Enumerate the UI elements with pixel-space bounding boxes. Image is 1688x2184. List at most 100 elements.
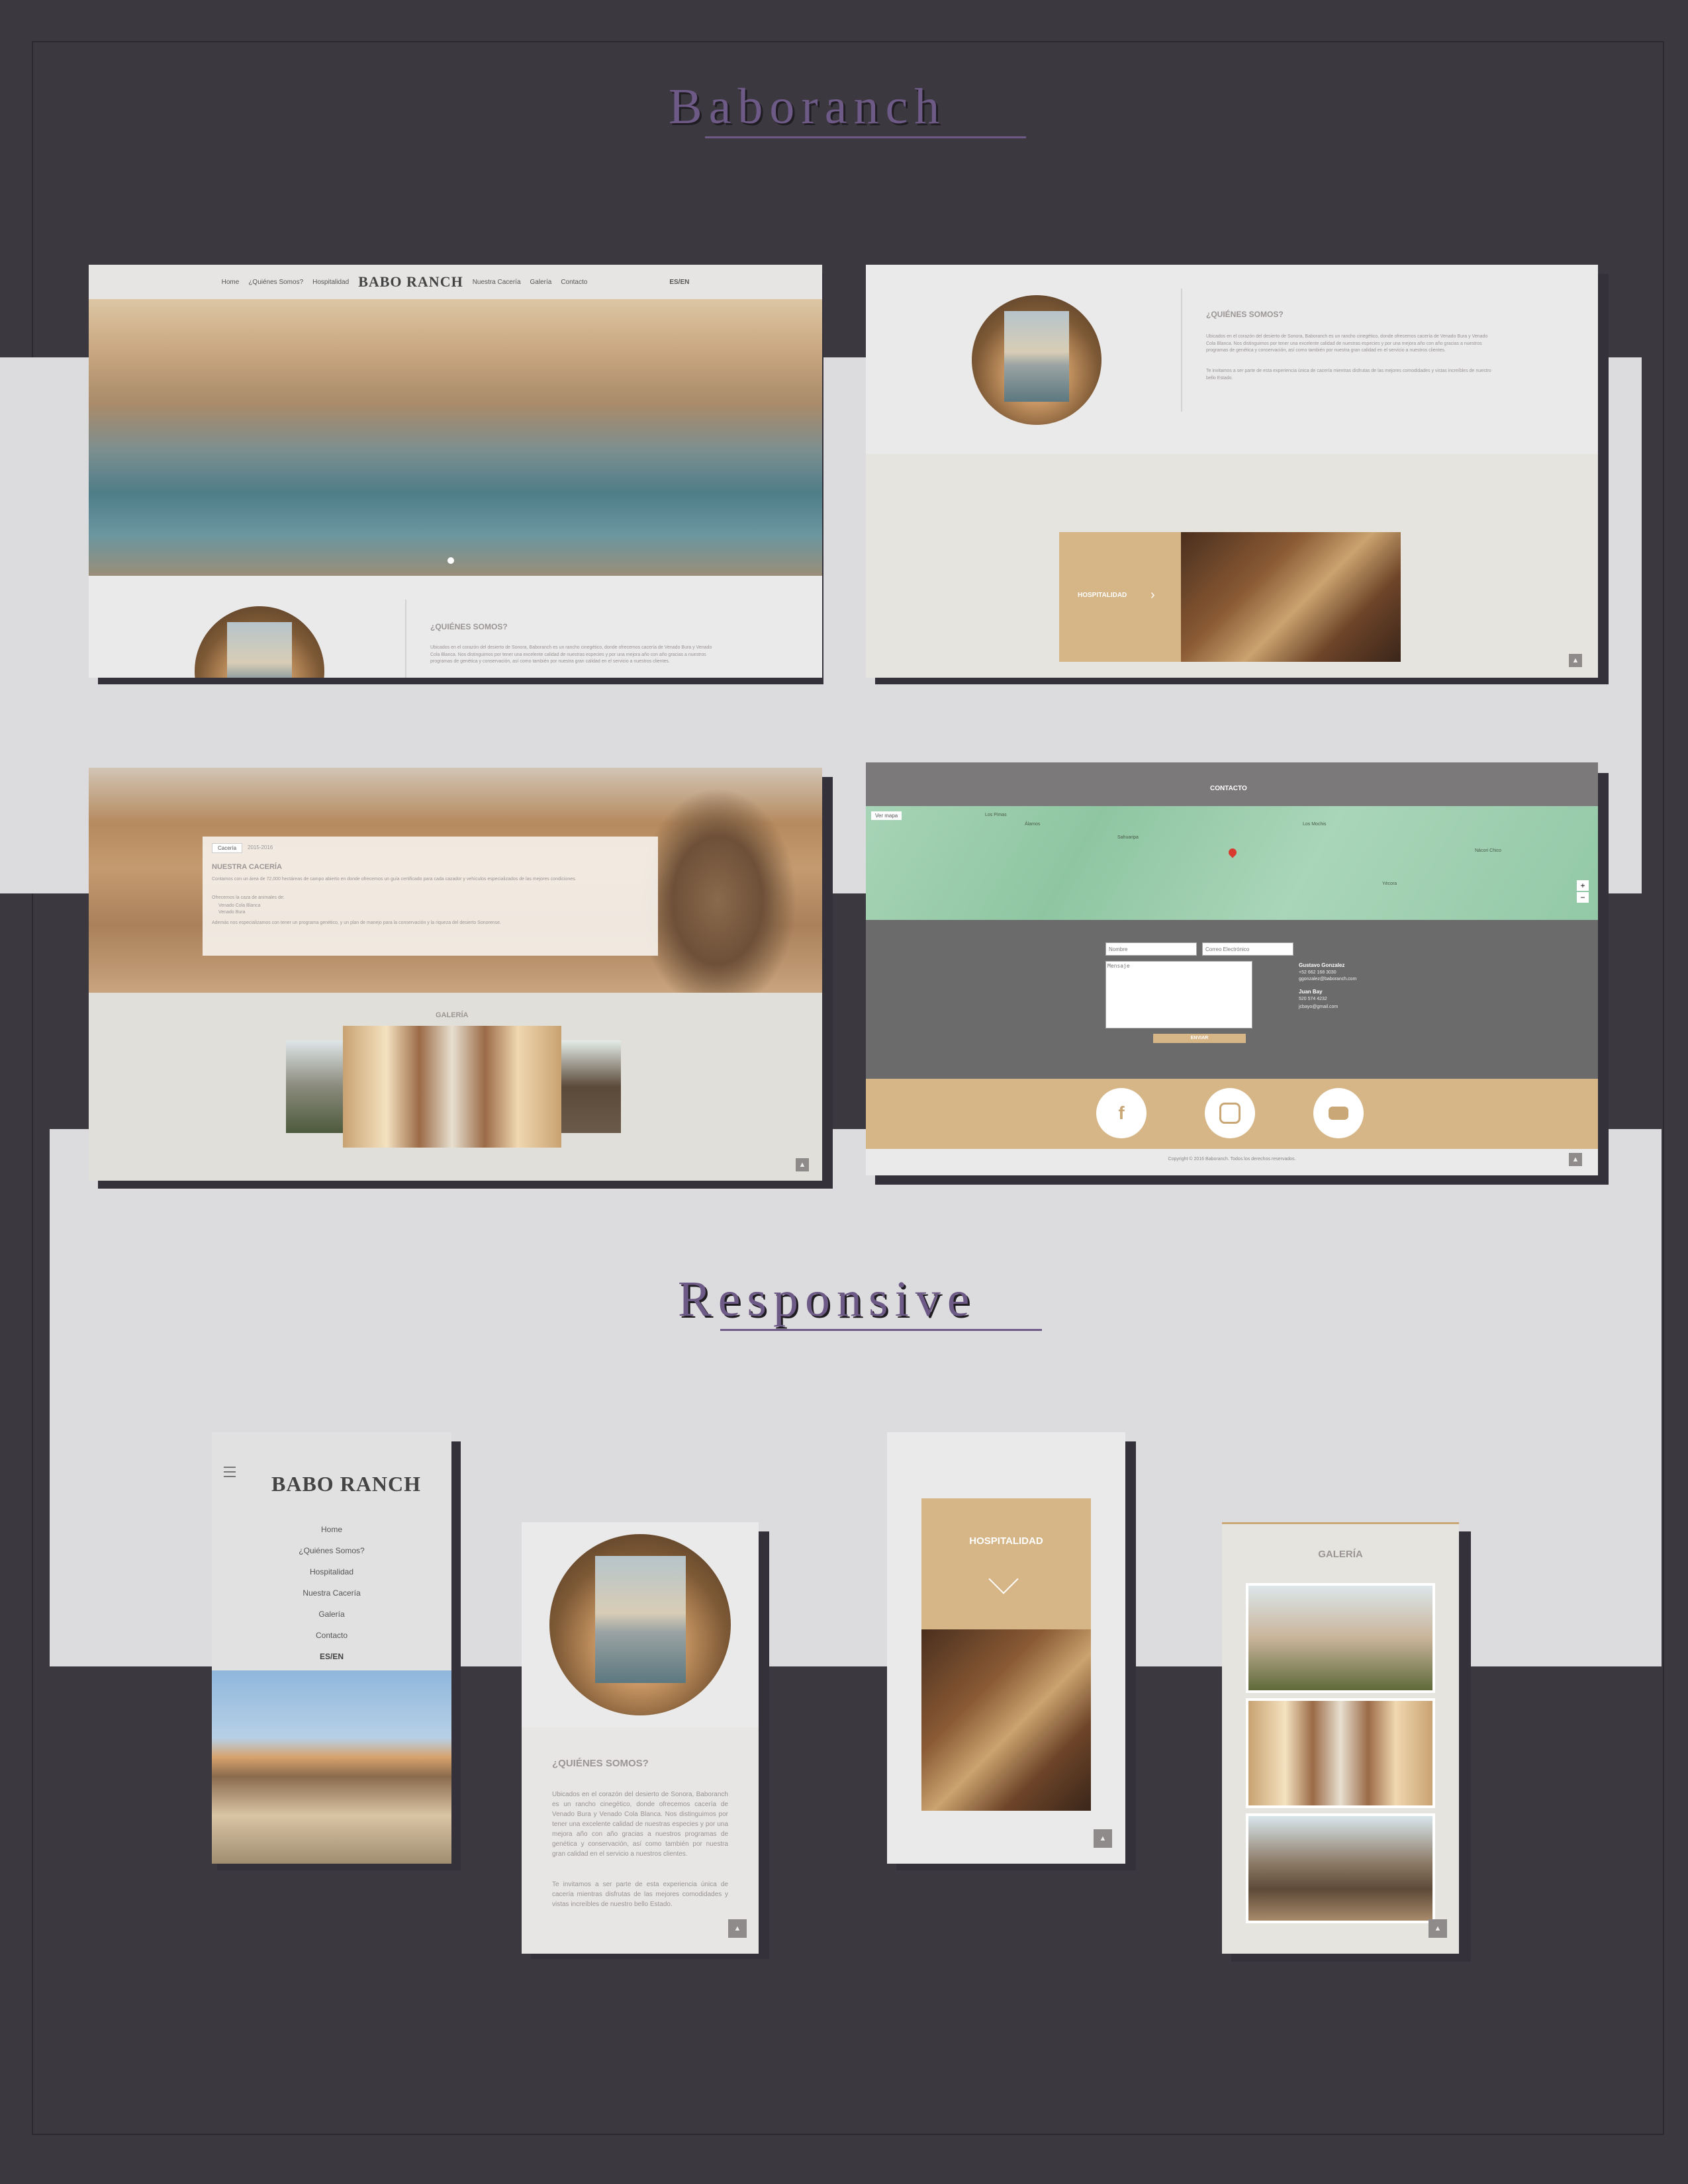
footer-copyright: Copyright © 2016 Baboranch. Todos los de…	[1168, 1157, 1296, 1161]
contact-map[interactable]	[866, 806, 1598, 920]
wine-cellar-image	[1181, 532, 1401, 662]
about-heading: ¿QUIÉNES SOMOS?	[430, 622, 508, 631]
about-circle-image	[972, 295, 1102, 425]
title-underline	[705, 136, 1026, 138]
about-circle-image	[195, 606, 324, 678]
contact-person-email[interactable]: jcbayo@gmail.com	[1299, 1005, 1338, 1009]
mobile-nav-item-hospitality[interactable]: Hospitalidad	[212, 1567, 451, 1576]
screenshot-hunting: Cacería 2015-2016 NUESTRA CACERÍA Contam…	[89, 768, 822, 1181]
gallery-image[interactable]	[1246, 1813, 1435, 1923]
scroll-top-button[interactable]: ▲	[1569, 654, 1582, 667]
scroll-top-button[interactable]: ▲	[1429, 1919, 1447, 1938]
nav-gallery[interactable]: Galería	[530, 279, 552, 286]
gallery-heading: GALERÍA	[1318, 1549, 1363, 1560]
tab-season[interactable]: 2015-2016	[248, 844, 273, 850]
hospitality-label: HOSPITALIDAD	[1078, 592, 1127, 599]
hunting-paragraph-3: Además nos especializamos con tener un p…	[212, 921, 501, 925]
hunting-list-item: Venado Cola Blanca	[218, 903, 261, 908]
screenshot-contact: CONTACTO Ver mapa Los Pimas Álamos Sahua…	[866, 762, 1598, 1175]
hero-pool-image	[89, 299, 822, 576]
mobile-nav-item-gallery[interactable]: Galería	[212, 1610, 451, 1619]
mobile-screenshot-hospitality: HOSPITALIDAD ▲	[887, 1432, 1125, 1864]
chevron-right-icon: ›	[1150, 588, 1155, 602]
hunting-paragraph-2: Ofrecemos la caza de animales de:	[212, 895, 285, 900]
map-place: Los Mochis	[1303, 822, 1327, 827]
language-switch[interactable]: ES/EN	[669, 279, 689, 286]
map-place: Yécora	[1382, 882, 1397, 886]
map-place: Álamos	[1025, 822, 1041, 827]
about-paragraph-2: Te invitamos a ser parte de esta experie…	[552, 1881, 728, 1908]
about-heading: ¿QUIÉNES SOMOS?	[552, 1758, 649, 1769]
gallery-image[interactable]	[1246, 1698, 1435, 1808]
gallery-top-line	[1222, 1522, 1459, 1524]
mobile-nav-item-contact[interactable]: Contacto	[212, 1631, 451, 1640]
gallery-heading: GALERÍA	[436, 1011, 469, 1019]
scroll-top-button[interactable]: ▲	[796, 1158, 809, 1171]
wine-cellar-image	[921, 1629, 1091, 1811]
mobile-screenshot-gallery: GALERÍA ▲	[1222, 1522, 1459, 1954]
hospitality-card[interactable]	[921, 1498, 1091, 1629]
gallery-thumb[interactable]	[561, 1040, 621, 1133]
zoom-out-button[interactable]: −	[1577, 892, 1589, 903]
youtube-icon[interactable]	[1313, 1088, 1364, 1138]
nav-about[interactable]: ¿Quiénes Somos?	[248, 279, 303, 286]
contact-person-phone: 520 574 4232	[1299, 997, 1327, 1001]
page-title: Baboranch	[669, 79, 947, 134]
screenshot-about: ¿QUIÉNES SOMOS? Ubicados en el corazón d…	[866, 265, 1598, 678]
nav-contact[interactable]: Contacto	[561, 279, 587, 286]
about-divider	[405, 600, 406, 678]
scroll-top-button[interactable]: ▲	[1094, 1829, 1112, 1848]
gallery-image[interactable]	[1246, 1583, 1435, 1693]
submit-button[interactable]: ENVIAR	[1153, 1034, 1246, 1043]
brand-logo[interactable]: BABO RANCH	[271, 1472, 421, 1496]
contact-person-phone: +52 662 168 3030	[1299, 970, 1336, 975]
nav-hospitality[interactable]: Hospitalidad	[312, 279, 349, 286]
zoom-in-button[interactable]: +	[1577, 880, 1589, 891]
map-place: Nácori Chico	[1475, 848, 1502, 853]
scroll-top-button[interactable]: ▲	[728, 1919, 747, 1938]
about-circle-image	[549, 1534, 731, 1715]
mobile-nav-item-hunting[interactable]: Nuestra Cacería	[212, 1588, 451, 1598]
deer-image	[638, 788, 797, 993]
hospitality-label: HOSPITALIDAD	[969, 1535, 1043, 1547]
about-paragraph-2: Te invitamos a ser parte de esta experie…	[1206, 369, 1491, 381]
map-place: Sahuaripa	[1117, 835, 1139, 840]
slider-dot[interactable]	[447, 557, 454, 564]
contact-heading: CONTACTO	[1210, 785, 1247, 792]
desktop-nav: Home ¿Quiénes Somos? Hospitalidad BABO R…	[89, 265, 822, 299]
map-place: Los Pimas	[985, 813, 1007, 817]
about-divider	[1181, 289, 1182, 412]
hunting-paragraph-1: Contamos con un área de 72,000 hectáreas…	[212, 877, 577, 882]
contact-header	[866, 762, 1598, 806]
mobile-screenshot-about: ¿QUIÉNES SOMOS? Ubicados en el corazón d…	[522, 1522, 759, 1954]
brand-logo[interactable]: BABO RANCH	[358, 273, 463, 291]
gallery-thumb[interactable]	[286, 1040, 346, 1133]
responsive-underline	[720, 1329, 1042, 1331]
mobile-language-switch[interactable]: ES/EN	[212, 1652, 451, 1661]
about-paragraph-1: Ubicados en el corazón del desierto de S…	[1206, 334, 1488, 353]
nav-home[interactable]: Home	[222, 279, 240, 286]
mobile-screenshot-nav: BABO RANCH Home ¿Quiénes Somos? Hospital…	[212, 1432, 451, 1864]
about-paragraph-1: Ubicados en el corazón del desierto de S…	[552, 1791, 728, 1858]
facebook-icon[interactable]: f	[1096, 1088, 1147, 1138]
message-field[interactable]	[1105, 961, 1252, 1028]
hunting-list-item: Venado Bura	[218, 910, 246, 915]
map-toggle[interactable]: Ver mapa	[871, 811, 902, 820]
responsive-title: Responsive	[678, 1271, 976, 1327]
about-paragraph: Ubicados en el corazón del desierto de S…	[430, 645, 712, 664]
mobile-nav-item-home[interactable]: Home	[212, 1525, 451, 1534]
scroll-top-button[interactable]: ▲	[1569, 1153, 1582, 1166]
mobile-nav-item-about[interactable]: ¿Quiénes Somos?	[212, 1546, 451, 1555]
gallery-main-image[interactable]	[343, 1026, 561, 1148]
name-field[interactable]	[1105, 942, 1197, 956]
about-heading: ¿QUIÉNES SOMOS?	[1206, 310, 1284, 319]
hamburger-icon[interactable]	[224, 1467, 236, 1477]
nav-hunting[interactable]: Nuestra Cacería	[473, 279, 521, 286]
instagram-icon[interactable]	[1205, 1088, 1255, 1138]
email-field[interactable]	[1202, 942, 1293, 956]
hunting-heading: NUESTRA CACERÍA	[212, 863, 282, 871]
contact-person-name: Gustavo Gonzalez	[1299, 962, 1345, 968]
contact-person-email[interactable]: ggonzalez@baboranch.com	[1299, 977, 1356, 981]
mobile-hero-image	[212, 1670, 451, 1864]
tab-hunting[interactable]: Cacería	[212, 843, 243, 853]
